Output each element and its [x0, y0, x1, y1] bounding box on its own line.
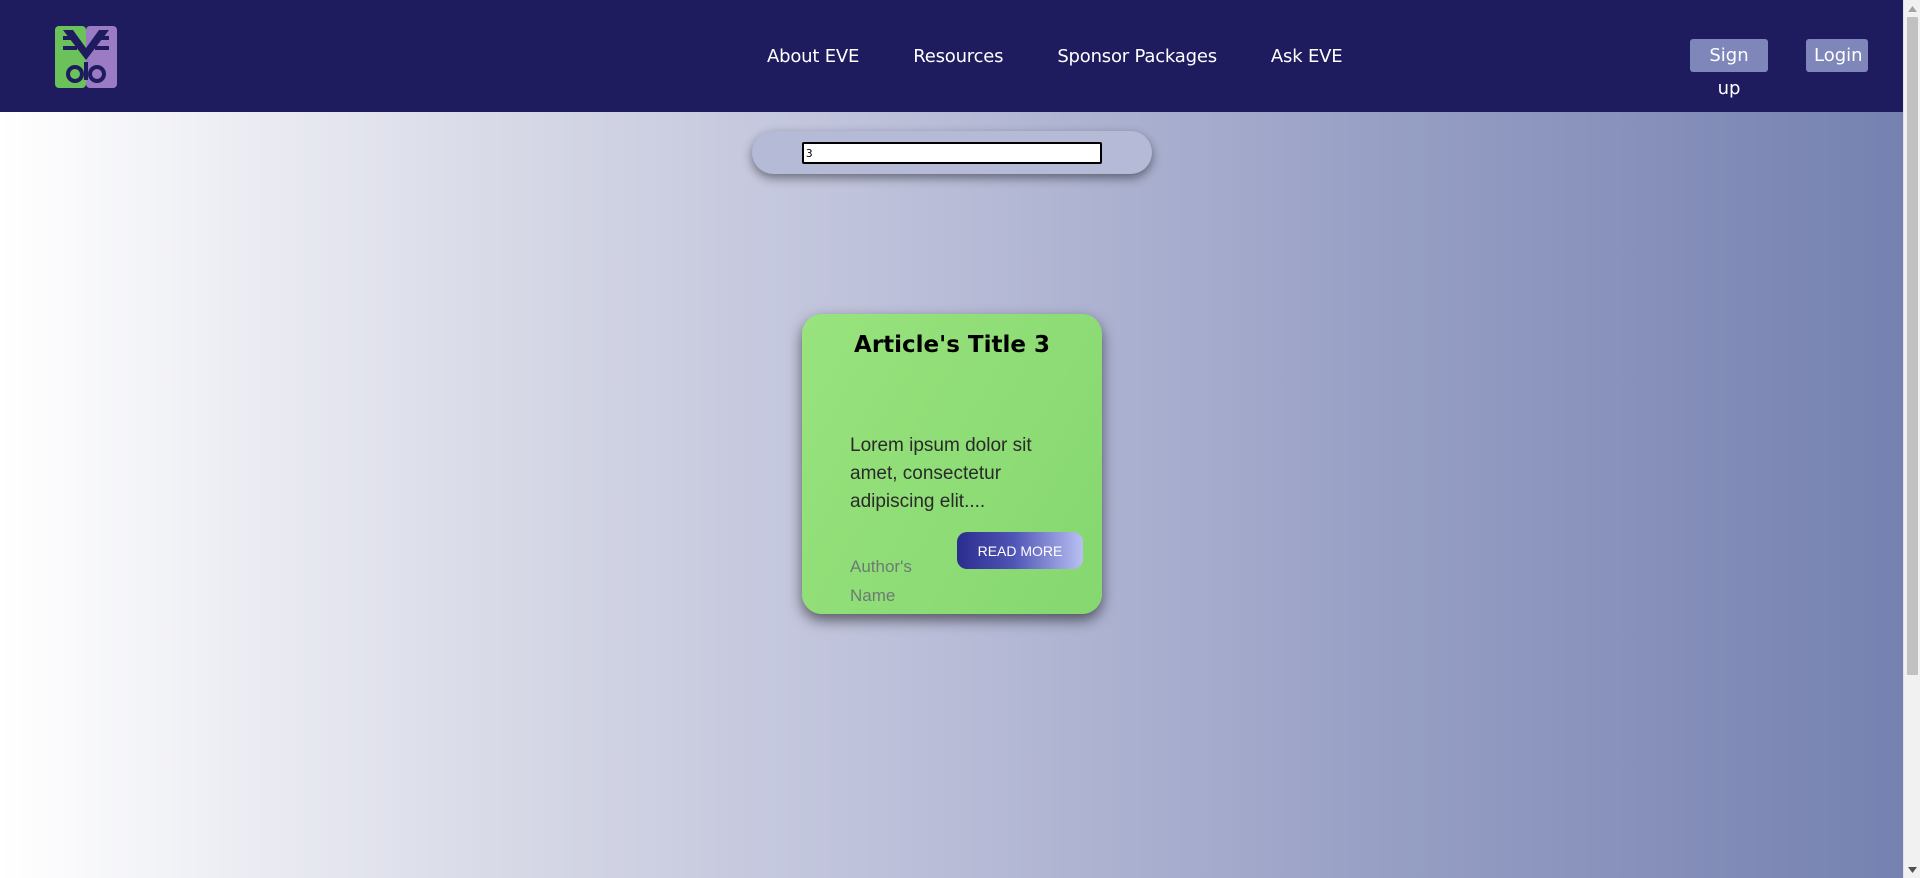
nav-resources[interactable]: Resources [913, 46, 1003, 67]
scroll-down-arrow-icon[interactable] [1904, 861, 1920, 878]
nav-sponsor-packages[interactable]: Sponsor Packages [1057, 46, 1217, 67]
site-header: About EVE Resources Sponsor Packages Ask… [0, 0, 1903, 112]
search-input[interactable] [802, 142, 1102, 164]
nav-about-eve[interactable]: About EVE [767, 46, 859, 67]
login-button[interactable]: Login [1806, 39, 1868, 72]
article-card: Article's Title 3 Lorem ipsum dolor sit … [802, 314, 1102, 614]
eve-logo-icon[interactable] [55, 26, 117, 88]
vertical-scrollbar[interactable] [1903, 0, 1920, 878]
scroll-up-arrow-icon[interactable] [1904, 0, 1920, 17]
article-title: Article's Title 3 [854, 332, 1050, 358]
article-excerpt: Lorem ipsum dolor sit amet, consectetur … [850, 435, 1032, 512]
scrollbar-thumb[interactable] [1907, 17, 1918, 675]
article-author: Author's Name [850, 557, 912, 605]
main-nav: About EVE Resources Sponsor Packages Ask… [767, 0, 1396, 112]
search-bar [752, 131, 1152, 174]
nav-ask-eve[interactable]: Ask EVE [1271, 46, 1343, 67]
signup-button[interactable]: Sign up [1690, 39, 1768, 99]
read-more-button[interactable]: READ MORE [957, 532, 1083, 569]
